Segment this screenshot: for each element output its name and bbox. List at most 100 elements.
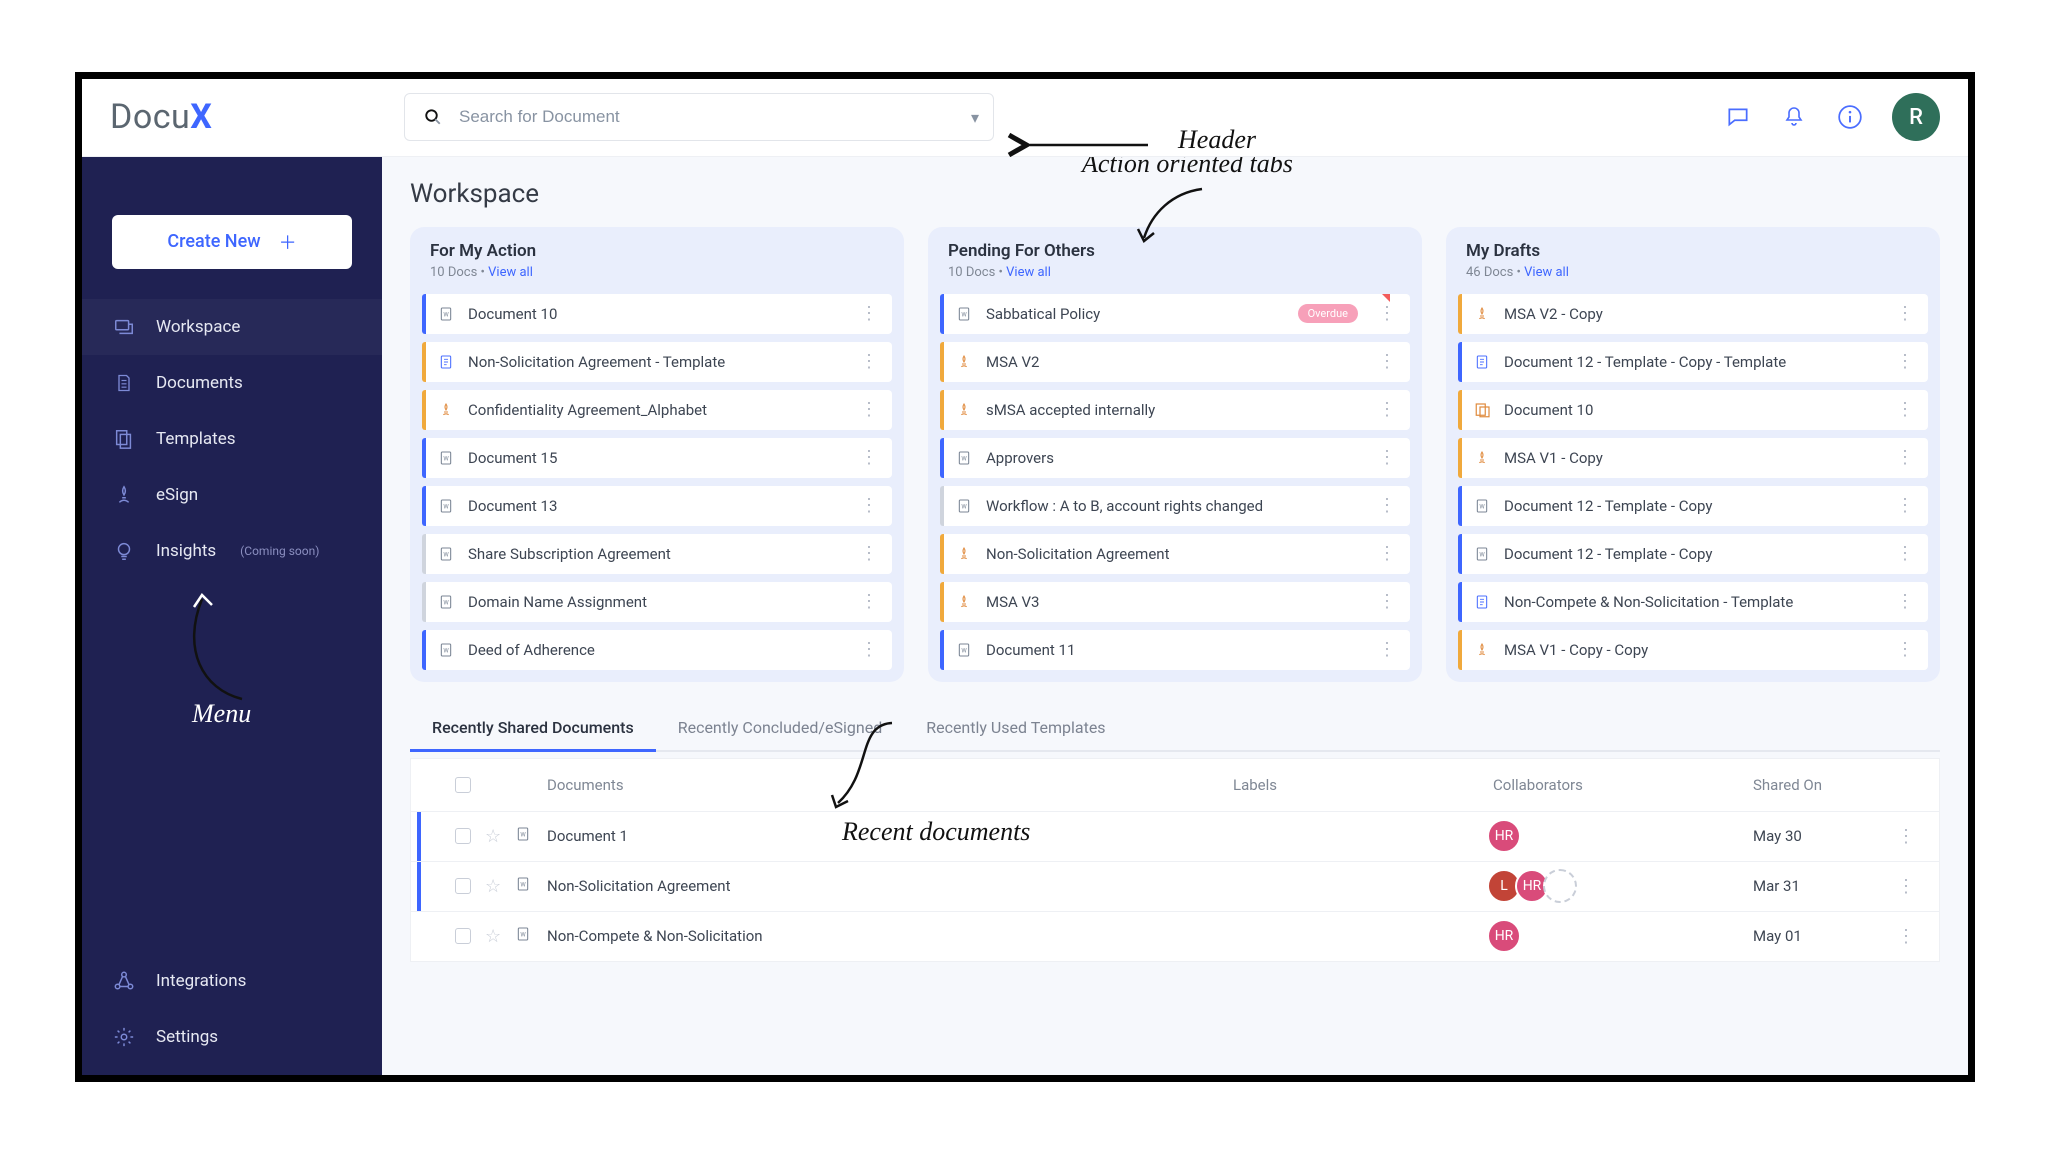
doc-row[interactable]: WWorkflow : A to B, account rights chang… <box>940 486 1410 526</box>
more-icon[interactable]: ⋮ <box>1892 303 1918 324</box>
more-icon[interactable]: ⋮ <box>1374 639 1400 660</box>
chevron-down-icon[interactable]: ▾ <box>971 108 979 127</box>
logo[interactable]: DocuX <box>110 97 380 137</box>
sidebar-item-workspace[interactable]: Workspace <box>82 299 382 355</box>
doc-row[interactable]: WDeed of Adherence⋮ <box>422 630 892 670</box>
sidebar-item-insights[interactable]: Insights (Coming soon) <box>82 523 382 579</box>
collaborator-avatar[interactable]: HR <box>1487 919 1521 953</box>
doc-row[interactable]: WDocument 15⋮ <box>422 438 892 478</box>
doc-icon: W <box>438 593 456 611</box>
svg-text:W: W <box>1479 503 1485 510</box>
doc-icon: W <box>956 449 974 467</box>
more-icon[interactable]: ⋮ <box>856 399 882 420</box>
collaborator-avatar[interactable]: HR <box>1487 819 1521 853</box>
doc-row[interactable]: sMSA accepted internally⋮ <box>940 390 1410 430</box>
more-icon[interactable]: ⋮ <box>1893 826 1919 847</box>
select-all-checkbox[interactable] <box>455 777 471 793</box>
doc-row[interactable]: WShare Subscription Agreement⋮ <box>422 534 892 574</box>
more-icon[interactable]: ⋮ <box>1374 303 1400 324</box>
sidebar-item-esign[interactable]: eSign <box>82 467 382 523</box>
action-tabs: For My Action10 Docs • View allWDocument… <box>410 227 1940 682</box>
status-stripe <box>1458 582 1462 622</box>
search-input[interactable] <box>459 107 959 127</box>
more-icon[interactable]: ⋮ <box>1892 351 1918 372</box>
workspace-icon <box>112 315 136 339</box>
doc-row[interactable]: Non-Solicitation Agreement⋮ <box>940 534 1410 574</box>
table-row[interactable]: ☆WDocument 1HRMay 30⋮ <box>411 811 1939 861</box>
doc-row[interactable]: WDocument 11⋮ <box>940 630 1410 670</box>
doc-row[interactable]: Confidentiality Agreement_Alphabet ⋮ <box>422 390 892 430</box>
row-checkbox[interactable] <box>455 878 471 894</box>
doc-row[interactable]: Document 12 - Template - Copy - Template… <box>1458 342 1928 382</box>
sidebar-item-templates[interactable]: Templates <box>82 411 382 467</box>
doc-icon <box>956 353 974 371</box>
more-icon[interactable]: ⋮ <box>1374 447 1400 468</box>
more-icon[interactable]: ⋮ <box>1374 399 1400 420</box>
doc-row[interactable]: WDocument 13⋮ <box>422 486 892 526</box>
sidebar-item-documents[interactable]: Documents <box>82 355 382 411</box>
doc-row[interactable]: Document 10⋮ <box>1458 390 1928 430</box>
more-icon[interactable]: ⋮ <box>856 543 882 564</box>
doc-name: Document 11 <box>986 641 1362 659</box>
doc-row[interactable]: MSA V3⋮ <box>940 582 1410 622</box>
table-row[interactable]: ☆WNon-Solicitation AgreementLHRMar 31⋮ <box>411 861 1939 911</box>
more-icon[interactable]: ⋮ <box>1893 926 1919 947</box>
info-icon[interactable] <box>1836 103 1864 131</box>
more-icon[interactable]: ⋮ <box>856 495 882 516</box>
row-checkbox[interactable] <box>455 828 471 844</box>
doc-row[interactable]: WDomain Name Assignment⋮ <box>422 582 892 622</box>
star-icon[interactable]: ☆ <box>485 876 501 897</box>
doc-row[interactable]: WApprovers⋮ <box>940 438 1410 478</box>
more-icon[interactable]: ⋮ <box>1374 591 1400 612</box>
search-box[interactable]: ▾ <box>404 93 994 141</box>
star-icon[interactable]: ☆ <box>485 926 501 947</box>
recent-tab[interactable]: Recently Concluded/eSigned <box>656 706 905 750</box>
doc-row[interactable]: WDocument 12 - Template - Copy⋮ <box>1458 486 1928 526</box>
collaborator-avatar[interactable] <box>1543 869 1577 903</box>
row-checkbox[interactable] <box>455 928 471 944</box>
more-icon[interactable]: ⋮ <box>1892 591 1918 612</box>
more-icon[interactable]: ⋮ <box>856 303 882 324</box>
more-icon[interactable]: ⋮ <box>1374 495 1400 516</box>
avatar[interactable]: R <box>1892 93 1940 141</box>
status-stripe <box>1458 486 1462 526</box>
chat-icon[interactable] <box>1724 103 1752 131</box>
doc-row[interactable]: MSA V2 - Copy⋮ <box>1458 294 1928 334</box>
doc-count: 10 Docs <box>430 265 477 280</box>
sidebar-item-integrations[interactable]: Integrations <box>82 953 382 1009</box>
doc-row[interactable]: MSA V1 - Copy⋮ <box>1458 438 1928 478</box>
doc-name: Confidentiality Agreement_Alphabet <box>468 401 844 419</box>
sidebar-item-settings[interactable]: Settings <box>82 1009 382 1065</box>
doc-row[interactable]: Non-Compete & Non-Solicitation - Templat… <box>1458 582 1928 622</box>
more-icon[interactable]: ⋮ <box>856 591 882 612</box>
more-icon[interactable]: ⋮ <box>856 447 882 468</box>
view-all-link[interactable]: View all <box>488 265 533 280</box>
doc-row[interactable]: WSabbatical PolicyOverdue⋮ <box>940 294 1410 334</box>
star-icon[interactable]: ☆ <box>485 826 501 847</box>
doc-row[interactable]: WDocument 12 - Template - Copy⋮ <box>1458 534 1928 574</box>
recent-tab[interactable]: Recently Used Templates <box>904 706 1127 750</box>
more-icon[interactable]: ⋮ <box>1892 639 1918 660</box>
action-column: Pending For Others10 Docs • View allWSab… <box>928 227 1422 682</box>
doc-row[interactable]: MSA V1 - Copy - Copy⋮ <box>1458 630 1928 670</box>
doc-row[interactable]: Non-Solicitation Agreement - Template⋮ <box>422 342 892 382</box>
bell-icon[interactable] <box>1780 103 1808 131</box>
more-icon[interactable]: ⋮ <box>856 639 882 660</box>
table-row[interactable]: ☆WNon-Compete & Non-SolicitationHRMay 01… <box>411 911 1939 961</box>
more-icon[interactable]: ⋮ <box>1892 447 1918 468</box>
view-all-link[interactable]: View all <box>1524 265 1569 280</box>
more-icon[interactable]: ⋮ <box>1374 543 1400 564</box>
more-icon[interactable]: ⋮ <box>1892 399 1918 420</box>
status-stripe <box>1458 342 1462 382</box>
doc-row[interactable]: MSA V2⋮ <box>940 342 1410 382</box>
more-icon[interactable]: ⋮ <box>1892 543 1918 564</box>
more-icon[interactable]: ⋮ <box>856 351 882 372</box>
row-stripe <box>417 812 421 861</box>
doc-row[interactable]: WDocument 10⋮ <box>422 294 892 334</box>
view-all-link[interactable]: View all <box>1006 265 1051 280</box>
more-icon[interactable]: ⋮ <box>1892 495 1918 516</box>
recent-tab[interactable]: Recently Shared Documents <box>410 706 656 752</box>
more-icon[interactable]: ⋮ <box>1893 876 1919 897</box>
create-new-button[interactable]: Create New ＋ <box>112 215 352 269</box>
more-icon[interactable]: ⋮ <box>1374 351 1400 372</box>
